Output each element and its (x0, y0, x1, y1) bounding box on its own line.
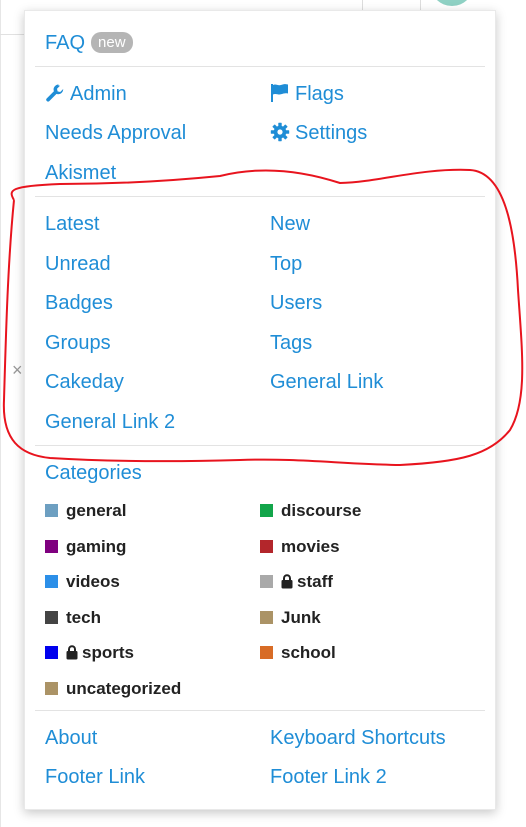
category-color-swatch (260, 504, 273, 517)
akismet-link[interactable]: Akismet (45, 161, 116, 185)
footer-link[interactable]: Footer Link (45, 765, 145, 789)
nav-unread-link[interactable]: Unread (45, 252, 111, 276)
divider (35, 445, 485, 446)
category-color-swatch (45, 646, 58, 659)
category-label: sports (82, 643, 134, 662)
category-label: videos (66, 572, 120, 591)
nav-general-link[interactable]: General Link (270, 370, 383, 394)
settings-label: Settings (295, 122, 368, 144)
divider (35, 710, 485, 711)
divider (35, 196, 485, 197)
user-avatar[interactable] (430, 0, 474, 6)
divider (35, 66, 485, 67)
category-item-general[interactable]: general (45, 501, 126, 521)
category-color-swatch (45, 539, 58, 553)
category-color-swatch (260, 575, 273, 588)
category-color-swatch (260, 646, 273, 659)
footer-link-2[interactable]: Footer Link 2 (270, 765, 387, 789)
close-icon: × (12, 360, 23, 380)
hamburger-menu-panel: FAQ new Admin Flags Needs Approval Setti… (24, 10, 496, 810)
category-label: movies (281, 536, 340, 556)
header-separator (362, 0, 363, 10)
category-color-swatch (45, 575, 58, 588)
about-link[interactable]: About (45, 726, 97, 750)
flag-icon (270, 83, 290, 103)
settings-link[interactable]: Settings (270, 121, 367, 145)
category-label: gaming (66, 536, 127, 556)
nav-cakeday-link[interactable]: Cakeday (45, 370, 124, 394)
lock-icon (66, 645, 78, 665)
page-edge (0, 0, 1, 827)
category-item-videos[interactable]: videos (45, 572, 120, 592)
flags-link[interactable]: Flags (270, 82, 344, 106)
nav-general-link-2[interactable]: General Link 2 (45, 410, 175, 434)
category-label: uncategorized (66, 678, 182, 698)
nav-latest-link[interactable]: Latest (45, 212, 99, 236)
new-badge: new (91, 32, 133, 53)
categories-link[interactable]: Categories (45, 461, 142, 485)
faq-label: FAQ (45, 32, 86, 54)
category-label: tech (66, 607, 101, 627)
category-label: school (281, 643, 336, 662)
category-item-school[interactable]: school (260, 643, 336, 663)
category-color-swatch (45, 681, 58, 695)
admin-label: Admin (70, 83, 127, 105)
category-item-junk[interactable]: Junk (260, 608, 321, 628)
needs-approval-link[interactable]: Needs Approval (45, 121, 186, 145)
category-label: general (66, 501, 127, 520)
category-item-gaming[interactable]: gaming (45, 537, 126, 557)
admin-link[interactable]: Admin (45, 82, 127, 106)
category-color-swatch (260, 610, 273, 624)
category-item-movies[interactable]: movies (260, 537, 340, 557)
category-item-sports[interactable]: sports (45, 643, 134, 665)
category-item-discourse[interactable]: discourse (260, 501, 361, 521)
wrench-icon (45, 83, 65, 103)
flags-label: Flags (295, 83, 344, 105)
category-item-staff[interactable]: staff (260, 572, 333, 594)
lock-icon (281, 574, 293, 594)
faq-link[interactable]: FAQ new (45, 31, 133, 55)
nav-groups-link[interactable]: Groups (45, 331, 111, 355)
category-label: staff (297, 572, 333, 591)
nav-badges-link[interactable]: Badges (45, 291, 113, 315)
category-color-swatch (260, 539, 273, 553)
nav-top-link[interactable]: Top (270, 252, 302, 276)
category-color-swatch (45, 504, 58, 517)
category-label: Junk (281, 607, 321, 627)
category-item-tech[interactable]: tech (45, 608, 101, 628)
category-color-swatch (45, 610, 58, 624)
nav-tags-link[interactable]: Tags (270, 331, 312, 355)
category-label: discourse (281, 501, 362, 520)
nav-new-link[interactable]: New (270, 212, 310, 236)
keyboard-shortcuts-link[interactable]: Keyboard Shortcuts (270, 726, 446, 750)
header-separator (420, 0, 421, 10)
nav-users-link[interactable]: Users (270, 291, 322, 315)
category-item-uncategorized[interactable]: uncategorized (45, 679, 181, 699)
gear-icon (270, 122, 290, 142)
